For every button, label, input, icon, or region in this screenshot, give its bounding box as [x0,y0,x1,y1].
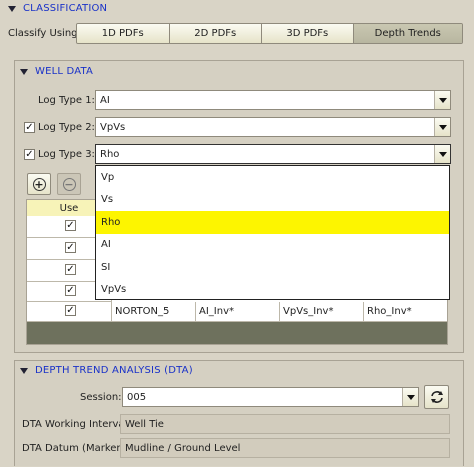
plus-circle-icon: + [32,177,46,191]
dta-datum-label: DTA Datum (Marker): [22,443,128,454]
checkmark-icon: ✓ [66,219,75,231]
collapse-triangle-icon[interactable] [20,367,28,374]
table-footer [27,322,447,344]
use-checkbox[interactable]: ✓ [65,242,76,253]
dropdown-option[interactable]: AI [96,234,449,257]
chevron-down-icon[interactable] [434,91,450,109]
tab-3d-pdfs[interactable]: 3D PDFs [262,24,354,43]
dta-interval-label: DTA Working Interval: [22,419,131,430]
dta-header[interactable]: DEPTH TREND ANALYSIS (DTA) [20,365,193,376]
chevron-down-icon[interactable] [434,118,450,136]
checkmark-icon: ✓ [25,148,34,160]
log-type-1-value: AI [100,94,110,106]
log-type-3-checkbox[interactable]: ✓ [24,149,35,160]
log-type-3-value: Rho [100,148,120,160]
classify-using-label: Classify Using: [8,28,81,39]
use-checkbox[interactable]: ✓ [65,285,76,296]
checkmark-icon: ✓ [66,304,75,316]
log-type-2-value: VpVs [100,121,126,133]
dta-datum-field: Mudline / Ground Level [120,438,450,458]
table-row[interactable]: ✓ [27,302,112,322]
checkmark-icon: ✓ [66,284,75,296]
dropdown-option[interactable]: SI [96,256,449,279]
classification-title: CLASSIFICATION [23,3,108,14]
dropdown-option-selected[interactable]: Rho [96,211,449,234]
dta-title: DEPTH TREND ANALYSIS (DTA) [35,365,193,376]
well-data-header[interactable]: WELL DATA [20,66,93,77]
collapse-triangle-icon[interactable] [8,5,16,12]
dropdown-option[interactable]: Vs [96,189,449,212]
remove-well-button[interactable]: − [57,173,81,195]
checkmark-icon: ✓ [25,121,34,133]
use-checkbox[interactable]: ✓ [65,305,76,316]
checkmark-icon: ✓ [66,241,75,253]
chevron-down-icon[interactable] [434,145,450,163]
log-type-3-label: Log Type 3: [38,149,95,160]
tab-depth-trends[interactable]: Depth Trends [353,24,462,43]
dropdown-option[interactable]: VpVs [96,279,449,302]
use-checkbox[interactable]: ✓ [65,220,76,231]
tab-1d-pdfs[interactable]: 1D PDFs [77,24,170,43]
session-label: Session: [80,392,122,403]
chevron-down-icon[interactable] [402,388,418,406]
log-type-2-select[interactable]: VpVs [95,117,451,137]
classification-header[interactable]: CLASSIFICATION [8,3,107,14]
session-value: 005 [127,391,147,403]
add-well-button[interactable]: + [27,173,51,195]
log2-cell[interactable]: VpVs_Inv* [280,302,364,322]
log-type-1-label: Log Type 1: [38,95,95,106]
log-type-1-select[interactable]: AI [95,90,451,110]
use-checkbox[interactable]: ✓ [65,264,76,275]
log-type-3-dropdown: Vp Vs Rho AI SI VpVs [95,165,450,300]
log1-cell[interactable]: AI_Inv* [196,302,280,322]
session-select[interactable]: 005 [122,387,419,407]
checkmark-icon: ✓ [66,263,75,275]
dta-interval-field: Well Tie [120,414,450,434]
minus-circle-icon: − [62,177,76,191]
well-name-cell[interactable]: NORTON_5 [112,302,196,322]
refresh-icon [430,391,443,403]
refresh-button[interactable] [424,385,449,409]
log-type-2-checkbox[interactable]: ✓ [24,122,35,133]
log3-cell[interactable]: Rho_Inv* [364,302,447,322]
dropdown-option[interactable]: Vp [96,166,449,189]
log-type-3-select[interactable]: Rho [95,144,451,164]
well-data-title: WELL DATA [35,66,94,77]
tab-2d-pdfs[interactable]: 2D PDFs [169,24,263,43]
collapse-triangle-icon[interactable] [20,68,28,75]
log-type-2-label: Log Type 2: [38,122,95,133]
classify-tabs: 1D PDFs 2D PDFs 3D PDFs Depth Trends [76,23,463,44]
